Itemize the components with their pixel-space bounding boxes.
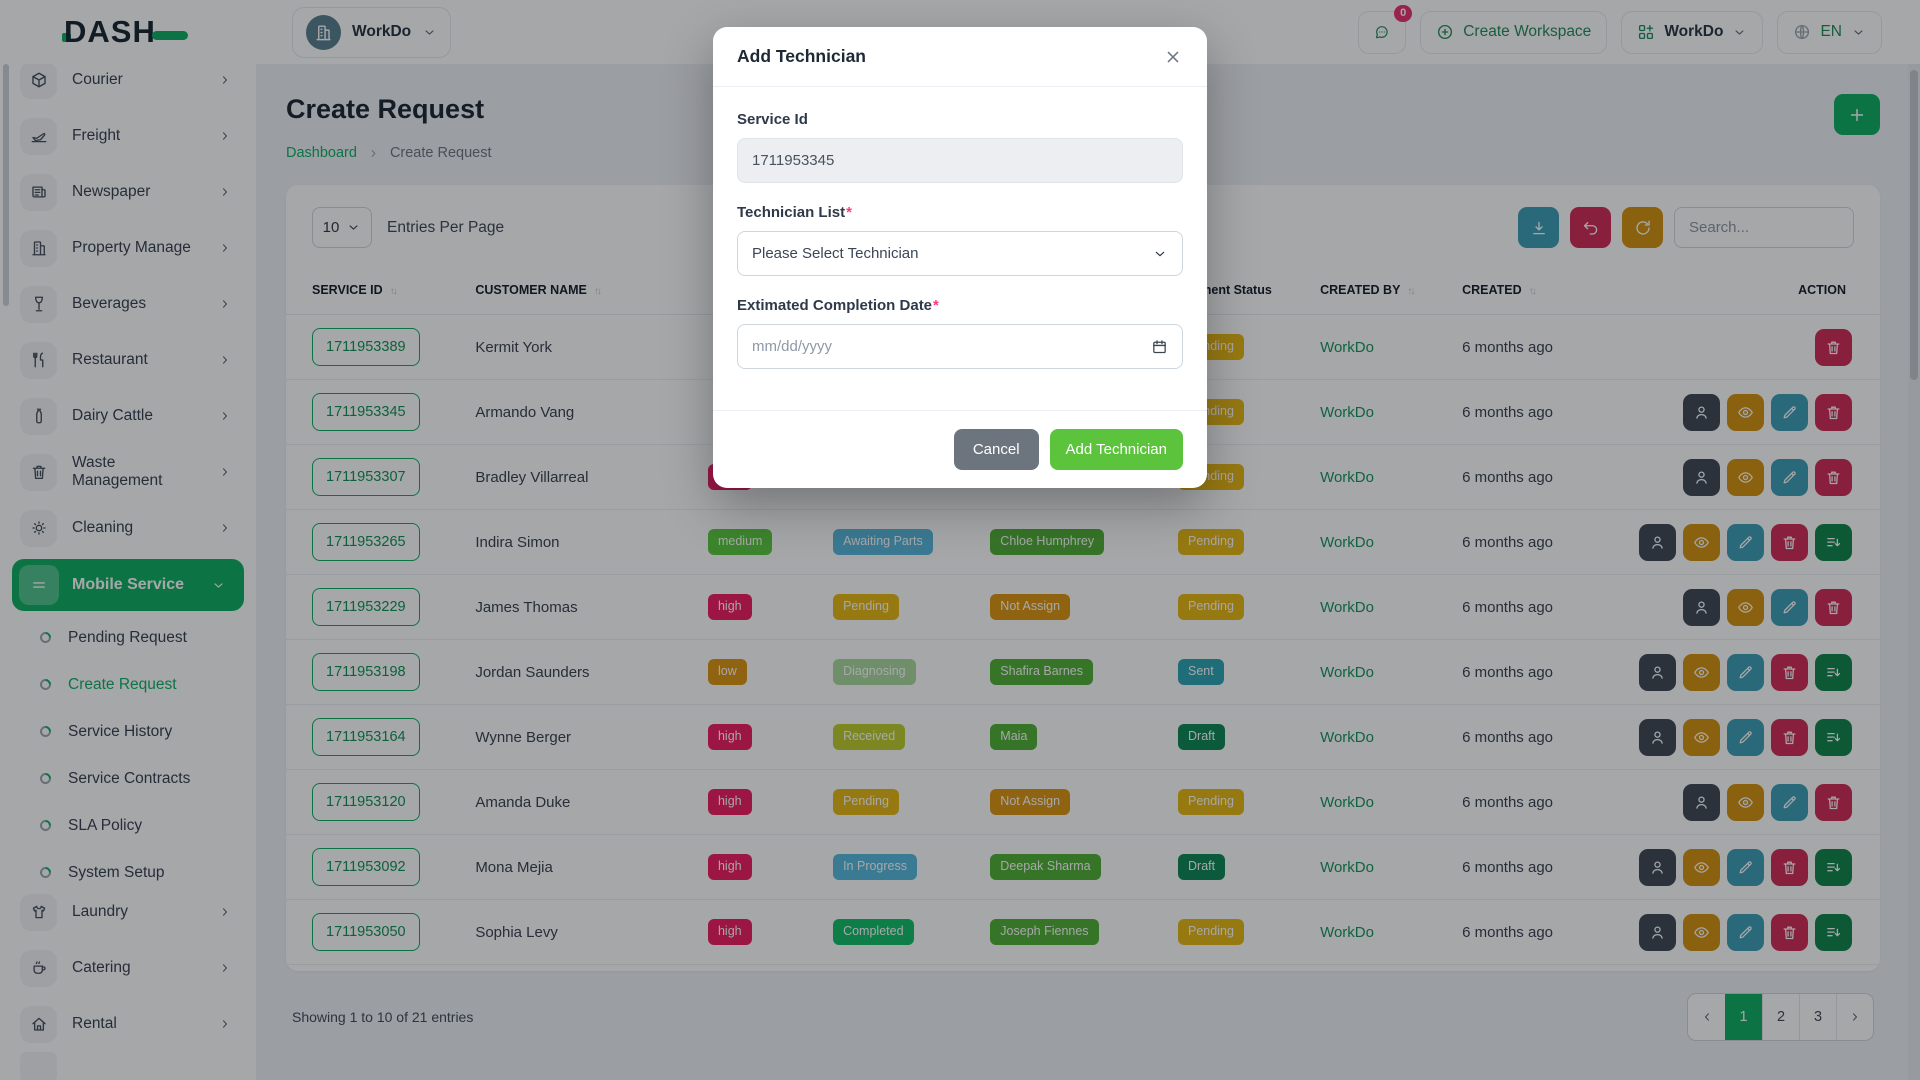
close-icon — [1167, 51, 1179, 62]
technician-select-value: Please Select Technician — [752, 245, 919, 262]
completion-date-label: Extimated Completion Date* — [737, 297, 939, 314]
service-id-value: 1711953345 — [752, 152, 835, 169]
service-id-label: Service Id — [737, 111, 808, 128]
add-technician-modal: Add Technician Service Id 1711953345 Tec… — [713, 27, 1207, 488]
cancel-button[interactable]: Cancel — [953, 429, 1039, 470]
technician-select[interactable]: Please Select Technician — [737, 231, 1183, 276]
technician-list-label: Technician List* — [737, 204, 852, 221]
required-asterisk: * — [846, 204, 852, 221]
required-asterisk: * — [933, 297, 939, 314]
chevron-down-icon — [1152, 246, 1168, 262]
service-id-field: 1711953345 — [737, 138, 1183, 183]
calendar-icon — [1151, 338, 1168, 355]
add-technician-submit-button[interactable]: Add Technician — [1049, 429, 1183, 470]
completion-date-input[interactable]: mm/dd/yyyy — [737, 324, 1183, 369]
date-placeholder: mm/dd/yyyy — [752, 338, 833, 355]
close-modal-button[interactable] — [1163, 47, 1183, 67]
modal-title: Add Technician — [737, 46, 866, 66]
